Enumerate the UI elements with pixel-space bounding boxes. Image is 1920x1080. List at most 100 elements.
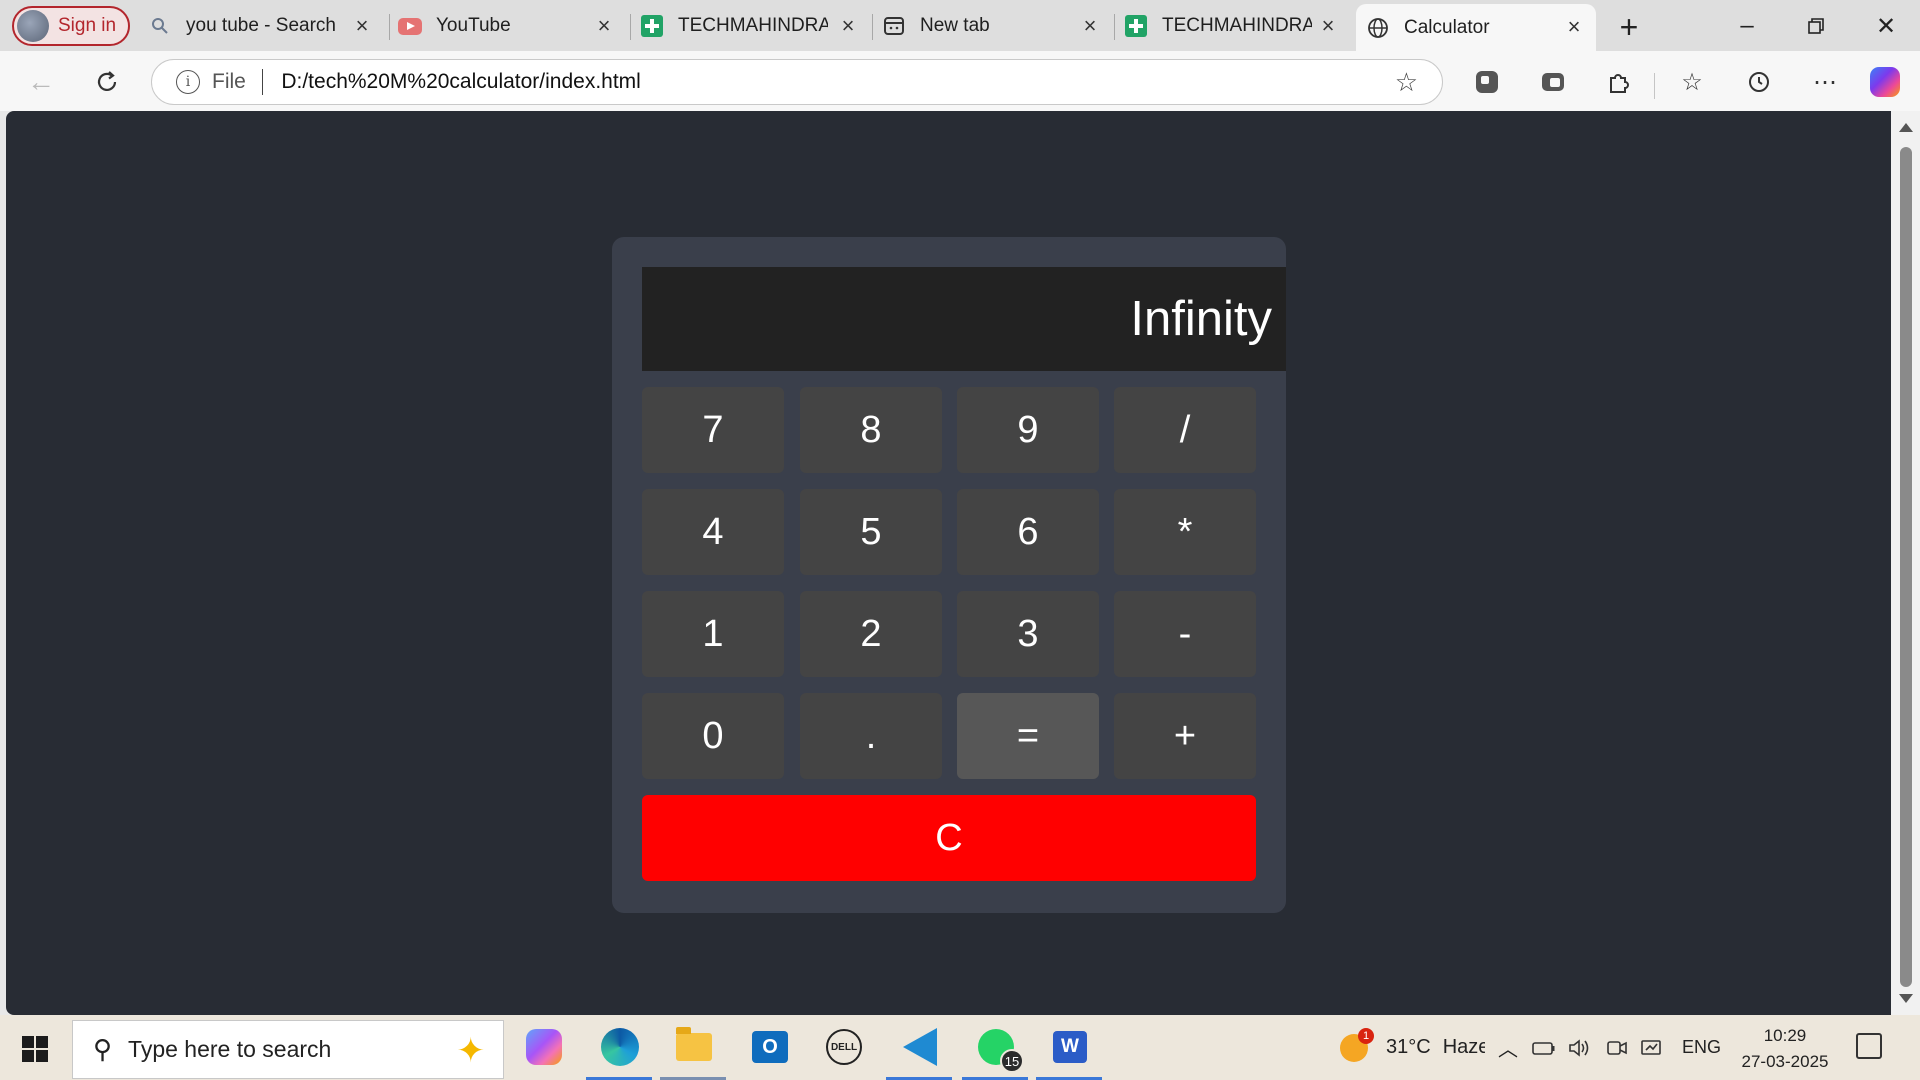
tab-title: YouTube bbox=[436, 15, 511, 36]
key-3[interactable]: 3 bbox=[957, 591, 1099, 677]
tab-new-tab[interactable]: New tab × bbox=[882, 6, 1112, 46]
weather-badge: 1 bbox=[1358, 1027, 1374, 1044]
camera-icon[interactable] bbox=[1606, 1015, 1628, 1080]
file-explorer-icon[interactable] bbox=[672, 1025, 716, 1069]
calculator-display: Infinity bbox=[642, 267, 1286, 371]
search-placeholder: Type here to search bbox=[128, 1036, 332, 1062]
dell-app-icon[interactable]: DELL bbox=[822, 1025, 866, 1069]
sheets-icon bbox=[1124, 14, 1148, 38]
scheme-label: File bbox=[212, 70, 246, 93]
tab-actions-icon[interactable] bbox=[1538, 67, 1568, 97]
scroll-down-icon[interactable] bbox=[1899, 994, 1913, 1003]
close-icon[interactable]: × bbox=[350, 13, 374, 38]
edge-app-icon[interactable] bbox=[598, 1025, 642, 1069]
notification-icon[interactable] bbox=[1856, 1033, 1882, 1059]
sheets-icon bbox=[640, 14, 664, 38]
weather-temp: 31°C bbox=[1386, 1036, 1431, 1058]
key-decimal[interactable]: . bbox=[800, 693, 942, 779]
info-icon[interactable]: i bbox=[176, 70, 200, 94]
scroll-up-icon[interactable] bbox=[1899, 123, 1913, 132]
search-icon bbox=[148, 14, 172, 38]
vertical-scrollbar[interactable] bbox=[1891, 111, 1920, 1015]
battery-icon[interactable] bbox=[1532, 1015, 1556, 1080]
tab-title: TECHMAHINDRA C bbox=[1162, 15, 1312, 36]
scrollbar-thumb[interactable] bbox=[1900, 147, 1912, 987]
key-1[interactable]: 1 bbox=[642, 591, 784, 677]
volume-icon[interactable] bbox=[1568, 1015, 1592, 1080]
show-hidden-icons[interactable]: ︿ bbox=[1498, 1015, 1518, 1080]
address-bar[interactable]: i File D:/tech%20M%20calculator/index.ht… bbox=[151, 59, 1443, 105]
clock-date: 27-03-2025 bbox=[1741, 1052, 1829, 1071]
new-tab-button[interactable]: + bbox=[1612, 9, 1646, 45]
tab-title: Calculator bbox=[1404, 16, 1490, 38]
tab-youtube-search[interactable]: you tube - Search × bbox=[148, 6, 384, 46]
close-icon[interactable]: × bbox=[836, 13, 860, 38]
taskbar-search[interactable]: ⚲ Type here to search ✦ bbox=[72, 1020, 504, 1079]
url-text[interactable]: D:/tech%20M%20calculator/index.html bbox=[281, 70, 1394, 94]
tab-separator bbox=[872, 14, 873, 40]
whatsapp-badge: 15 bbox=[1000, 1049, 1024, 1073]
tab-youtube[interactable]: YouTube × bbox=[398, 6, 626, 46]
clock[interactable]: 10:29 27-03-2025 bbox=[1730, 1023, 1840, 1075]
favorite-star-icon[interactable]: ☆ bbox=[1395, 67, 1418, 98]
tab-title: you tube - Search bbox=[186, 15, 336, 36]
close-window-icon[interactable]: ✕ bbox=[1866, 10, 1906, 42]
tab-calculator[interactable]: Calculator × bbox=[1356, 4, 1596, 51]
workspaces-icon[interactable] bbox=[1472, 67, 1502, 97]
outlook-app-icon[interactable]: O bbox=[748, 1025, 792, 1069]
close-icon[interactable]: × bbox=[1562, 14, 1586, 39]
globe-icon bbox=[1366, 16, 1390, 40]
vscode-app-icon[interactable] bbox=[898, 1025, 942, 1069]
profile-avatar bbox=[17, 10, 49, 42]
language-indicator[interactable]: ENG bbox=[1682, 1015, 1721, 1080]
tab-separator bbox=[389, 14, 390, 40]
refresh-icon[interactable] bbox=[88, 63, 126, 101]
weather-description: Haze bbox=[1442, 1036, 1485, 1058]
key-6[interactable]: 6 bbox=[957, 489, 1099, 575]
newtab-icon bbox=[882, 14, 906, 38]
address-divider bbox=[261, 69, 264, 95]
key-5[interactable]: 5 bbox=[800, 489, 942, 575]
tab-techmahindra-2[interactable]: TECHMAHINDRA C × bbox=[1124, 6, 1350, 46]
key-8[interactable]: 8 bbox=[800, 387, 942, 473]
close-icon[interactable]: × bbox=[1078, 13, 1102, 38]
key-7[interactable]: 7 bbox=[642, 387, 784, 473]
toolbar-separator bbox=[1654, 73, 1655, 99]
taskbar: ⚲ Type here to search ✦ O DELL 15 W 1 31… bbox=[0, 1015, 1920, 1080]
key-add[interactable]: + bbox=[1114, 693, 1256, 779]
whatsapp-app-icon[interactable]: 15 bbox=[974, 1025, 1024, 1073]
key-equals[interactable]: = bbox=[957, 693, 1099, 779]
tab-title: TECHMAHINDRA C bbox=[678, 15, 828, 36]
key-multiply[interactable]: * bbox=[1114, 489, 1256, 575]
youtube-icon bbox=[398, 14, 422, 38]
key-0[interactable]: 0 bbox=[642, 693, 784, 779]
back-icon[interactable]: ← bbox=[22, 63, 60, 101]
windows-start-icon[interactable] bbox=[22, 1036, 48, 1062]
weather-widget[interactable]: 1 31°C Haze bbox=[1340, 1015, 1485, 1080]
minimize-icon[interactable]: – bbox=[1727, 10, 1767, 42]
history-icon[interactable] bbox=[1744, 67, 1774, 97]
close-icon[interactable]: × bbox=[1316, 13, 1340, 38]
key-4[interactable]: 4 bbox=[642, 489, 784, 575]
more-options-icon[interactable]: ⋯ bbox=[1810, 67, 1840, 97]
copilot-app-icon[interactable] bbox=[522, 1025, 566, 1069]
tab-separator bbox=[1114, 14, 1115, 40]
key-9[interactable]: 9 bbox=[957, 387, 1099, 473]
key-subtract[interactable]: - bbox=[1114, 591, 1256, 677]
restore-icon[interactable] bbox=[1796, 10, 1836, 42]
close-icon[interactable]: × bbox=[592, 13, 616, 38]
network-icon[interactable] bbox=[1640, 1015, 1664, 1080]
tab-strip: Sign in you tube - Search × YouTube × TE… bbox=[0, 0, 1920, 51]
weather-icon: 1 bbox=[1340, 1027, 1374, 1062]
tab-techmahindra-1[interactable]: TECHMAHINDRA C × bbox=[640, 6, 870, 46]
word-app-icon[interactable]: W bbox=[1048, 1025, 1092, 1069]
key-divide[interactable]: / bbox=[1114, 387, 1256, 473]
sign-in-label: Sign in bbox=[58, 15, 117, 36]
search-icon: ⚲ bbox=[93, 1034, 113, 1064]
favorites-icon[interactable]: ☆ bbox=[1677, 67, 1707, 97]
extensions-icon[interactable] bbox=[1604, 67, 1634, 97]
sign-in-button[interactable]: Sign in bbox=[12, 6, 130, 46]
clear-button[interactable]: C bbox=[642, 795, 1256, 881]
key-2[interactable]: 2 bbox=[800, 591, 942, 677]
copilot-icon[interactable] bbox=[1870, 67, 1900, 97]
